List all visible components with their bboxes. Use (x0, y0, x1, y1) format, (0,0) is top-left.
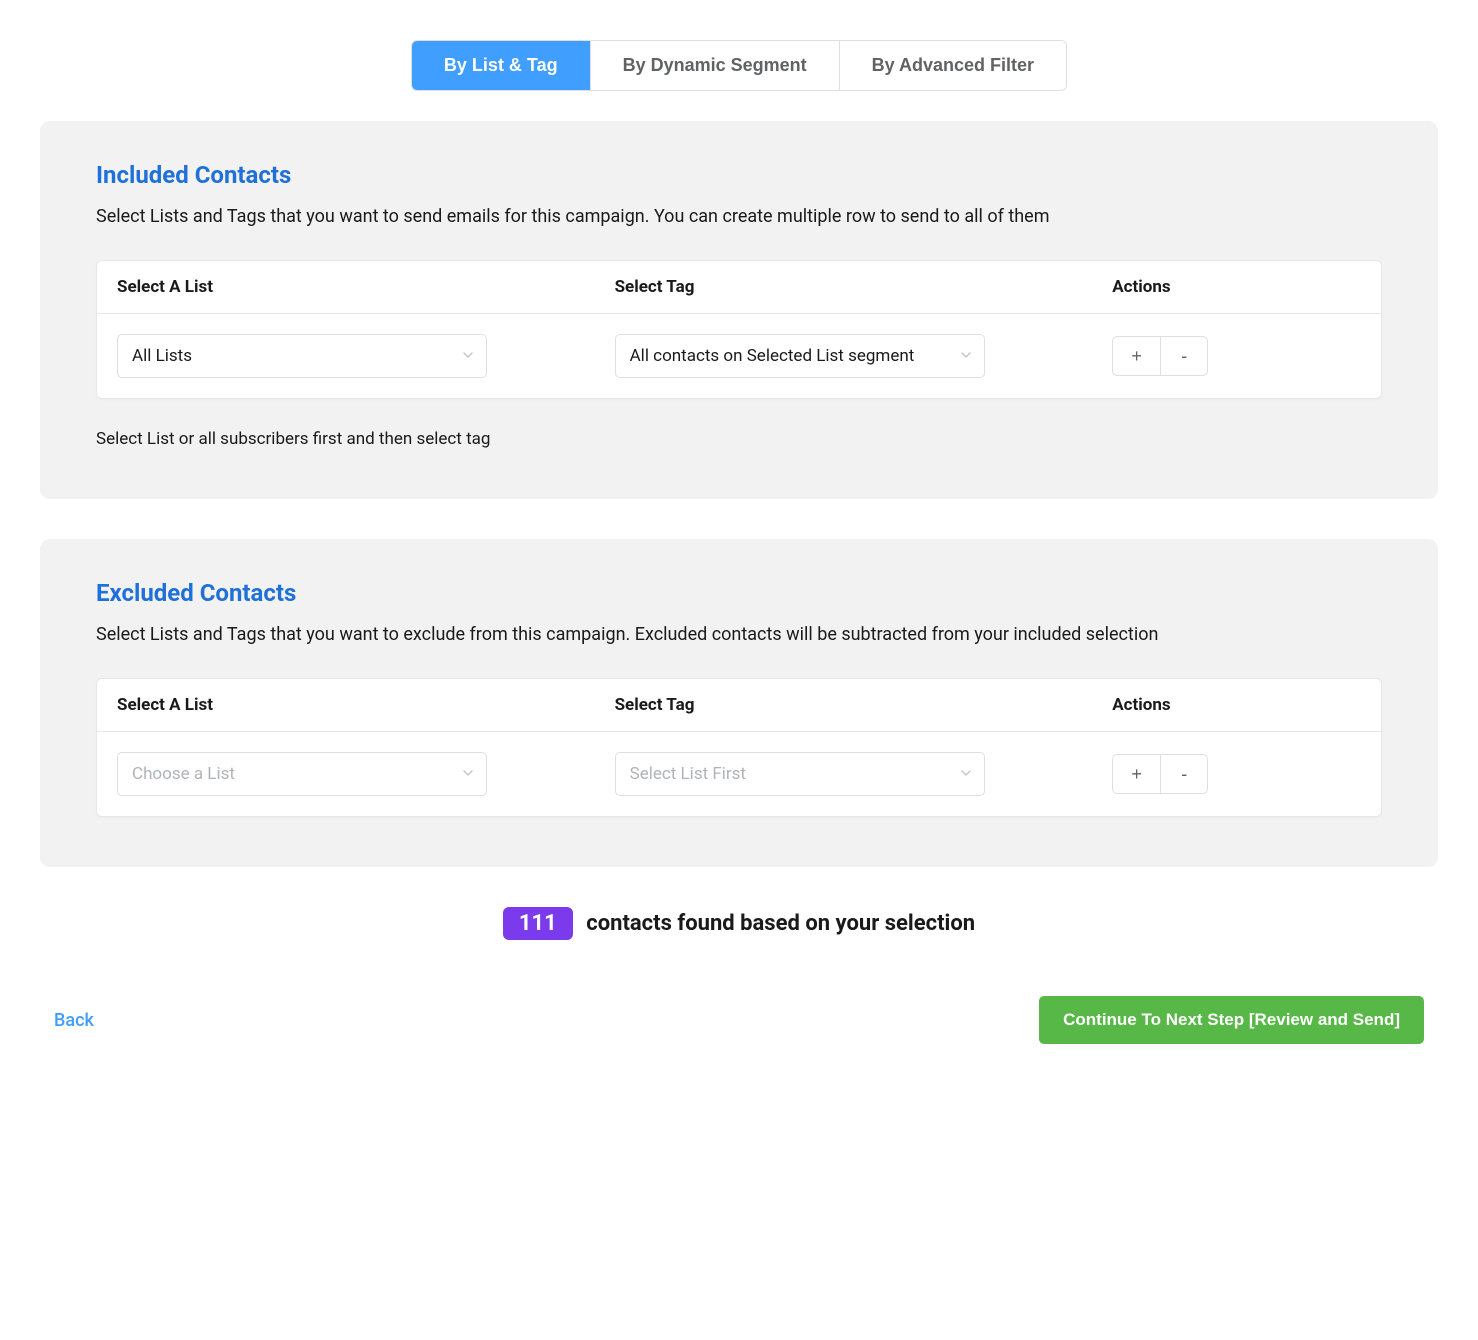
col-header-list: Select A List (117, 695, 615, 715)
excluded-table: Select A List Select Tag Actions Choose … (96, 678, 1382, 817)
col-header-actions: Actions (1112, 695, 1361, 715)
back-link[interactable]: Back (54, 1010, 94, 1031)
row-actions: + - (1112, 754, 1361, 794)
tab-by-advanced-filter[interactable]: By Advanced Filter (840, 41, 1066, 90)
filter-tabs: By List & Tag By Dynamic Segment By Adva… (40, 40, 1438, 91)
remove-row-button[interactable]: - (1160, 336, 1208, 376)
excluded-tag-select[interactable]: Select List First (615, 752, 985, 796)
included-contacts-panel: Included Contacts Select Lists and Tags … (40, 121, 1438, 499)
table-row: Choose a List Select List First + - (97, 732, 1381, 816)
contact-count-badge: 111 (503, 907, 573, 940)
included-list-value: All Lists (132, 346, 192, 366)
continue-button[interactable]: Continue To Next Step [Review and Send] (1039, 996, 1424, 1044)
chevron-down-icon (462, 764, 474, 784)
add-row-button[interactable]: + (1112, 754, 1160, 794)
included-hint: Select List or all subscribers first and… (96, 429, 1382, 449)
col-header-actions: Actions (1112, 277, 1361, 297)
tab-by-dynamic-segment[interactable]: By Dynamic Segment (591, 41, 840, 90)
excluded-tag-placeholder: Select List First (630, 764, 746, 784)
table-row: All Lists All contacts on Selected List … (97, 314, 1381, 398)
tab-by-list-tag[interactable]: By List & Tag (412, 41, 591, 90)
included-tag-select[interactable]: All contacts on Selected List segment (615, 334, 985, 378)
col-header-list: Select A List (117, 277, 615, 297)
result-summary: 111 contacts found based on your selecti… (40, 907, 1438, 940)
included-list-select[interactable]: All Lists (117, 334, 487, 378)
excluded-list-select[interactable]: Choose a List (117, 752, 487, 796)
chevron-down-icon (960, 346, 972, 366)
col-header-tag: Select Tag (615, 277, 1113, 297)
excluded-description: Select Lists and Tags that you want to e… (96, 621, 1382, 648)
table-header: Select A List Select Tag Actions (97, 679, 1381, 732)
remove-row-button[interactable]: - (1160, 754, 1208, 794)
table-header: Select A List Select Tag Actions (97, 261, 1381, 314)
tab-group: By List & Tag By Dynamic Segment By Adva… (411, 40, 1067, 91)
included-tag-value: All contacts on Selected List segment (630, 346, 915, 366)
excluded-list-placeholder: Choose a List (132, 764, 235, 784)
col-header-tag: Select Tag (615, 695, 1113, 715)
footer-nav: Back Continue To Next Step [Review and S… (40, 996, 1438, 1044)
excluded-title: Excluded Contacts (96, 579, 1382, 607)
excluded-contacts-panel: Excluded Contacts Select Lists and Tags … (40, 539, 1438, 867)
included-table: Select A List Select Tag Actions All Lis… (96, 260, 1382, 399)
included-description: Select Lists and Tags that you want to s… (96, 203, 1382, 230)
included-title: Included Contacts (96, 161, 1382, 189)
chevron-down-icon (462, 346, 474, 366)
result-text: contacts found based on your selection (586, 911, 975, 936)
add-row-button[interactable]: + (1112, 336, 1160, 376)
row-actions: + - (1112, 336, 1361, 376)
chevron-down-icon (960, 764, 972, 784)
